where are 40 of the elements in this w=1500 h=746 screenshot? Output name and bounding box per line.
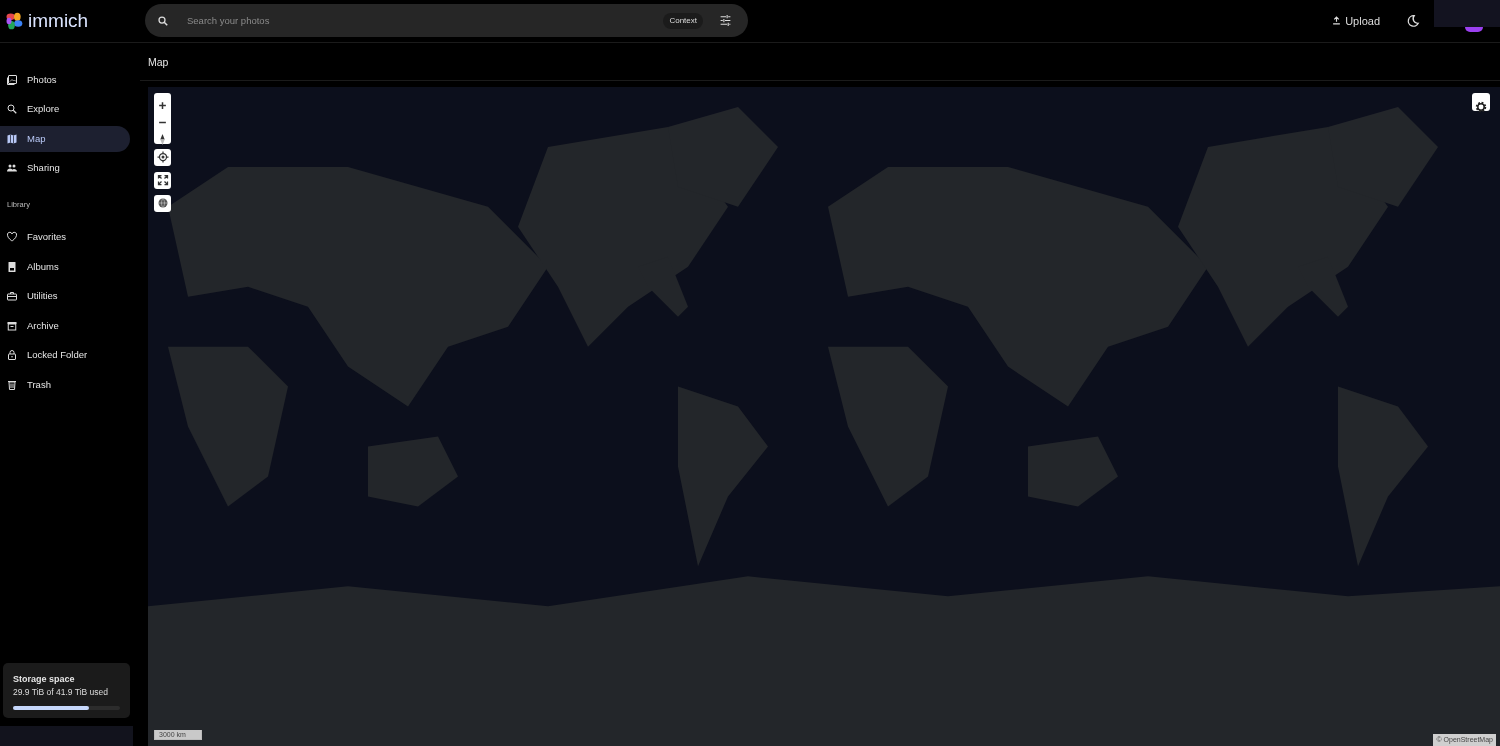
sidebar-item[interactable]: Photos: [0, 66, 130, 93]
sidebar-item[interactable]: Explore: [0, 96, 130, 123]
sidebar-item[interactable]: Locked Folder: [0, 342, 130, 369]
archive-icon: [6, 319, 18, 332]
upload-button[interactable]: Upload: [1326, 11, 1386, 31]
people-icon: [6, 162, 18, 175]
album-icon: [6, 260, 18, 273]
sidebar-item[interactable]: Map: [0, 125, 130, 152]
settings-icon: [1474, 99, 1488, 114]
sidebar-item[interactable]: Sharing: [0, 155, 130, 182]
trash-icon: [6, 378, 18, 391]
sidebar-item[interactable]: Albums: [0, 253, 130, 280]
globe-icon: [156, 197, 169, 210]
sidebar-item[interactable]: Favorites: [0, 224, 130, 251]
storage-usage: 29.9 TiB of 41.9 TiB used: [13, 686, 109, 699]
user-avatar[interactable]: [1465, 27, 1483, 32]
upload-icon: [1332, 16, 1342, 26]
search-field[interactable]: Search your photos Context: [145, 4, 748, 38]
sidebar-item[interactable]: Trash: [0, 371, 130, 398]
storage-title: Storage space: [13, 672, 76, 686]
crosshair-icon: [156, 151, 169, 164]
plus-icon: [158, 101, 167, 111]
heart-icon: [6, 231, 18, 244]
sidebar-item[interactable]: Utilities: [0, 283, 130, 310]
theme-moon-icon[interactable]: [1406, 13, 1420, 28]
filter-sliders-icon[interactable]: [719, 14, 732, 28]
search-icon: [6, 103, 18, 116]
page-title: Map: [148, 55, 169, 68]
photos-icon: [6, 73, 18, 86]
context-toggle[interactable]: Context: [663, 12, 703, 29]
toolbox-icon: [6, 290, 18, 303]
search-icon: [157, 14, 169, 27]
redaction-block: [1434, 0, 1500, 27]
logo-icon: [4, 10, 24, 31]
lock-icon: [6, 349, 18, 362]
expand-arrows-icon: [156, 174, 169, 187]
app-name: immich: [28, 8, 89, 33]
map-icon: [6, 132, 18, 145]
sidebar-item[interactable]: Archive: [0, 312, 130, 339]
compass-needle-icon: [159, 134, 166, 146]
